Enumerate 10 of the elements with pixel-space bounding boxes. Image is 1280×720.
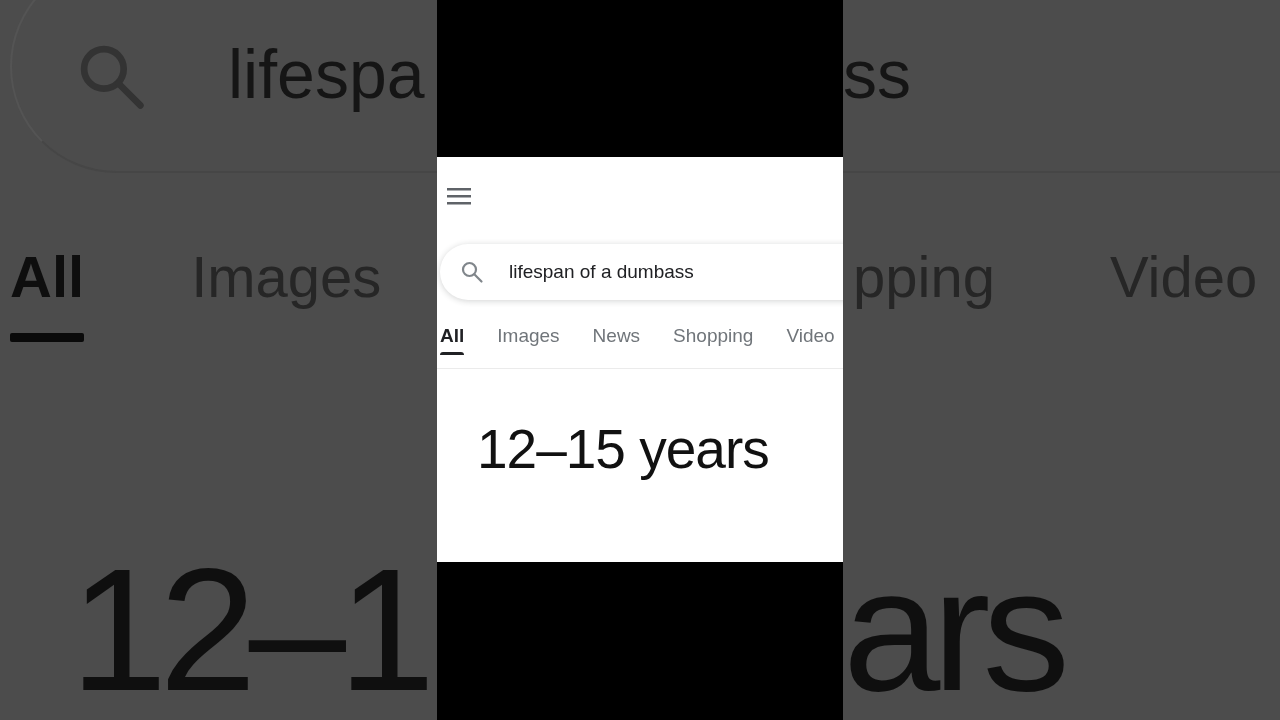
search-field[interactable]: lifespan of a dumbass <box>440 244 843 300</box>
tab[interactable]: Shopping <box>673 326 754 345</box>
menu-icon[interactable] <box>447 188 471 205</box>
tab[interactable]: Images <box>497 326 560 345</box>
tab[interactable]: News <box>592 326 641 345</box>
answer-text: ars <box>843 542 1063 717</box>
tab[interactable]: Video <box>786 326 835 345</box>
tab[interactable]: All <box>440 326 465 355</box>
search-icon[interactable] <box>460 260 484 284</box>
answer-text: 12–1 <box>70 542 428 717</box>
